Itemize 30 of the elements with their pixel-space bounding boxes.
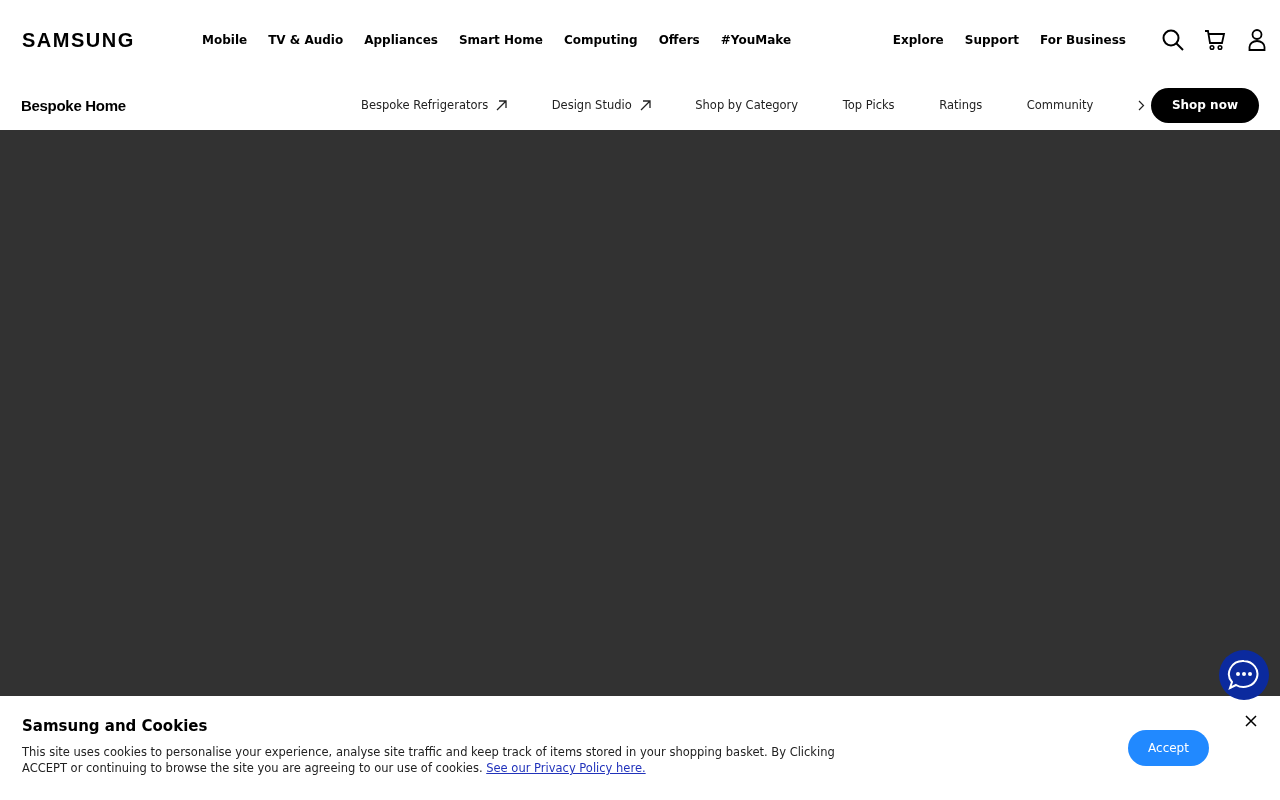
nav-link[interactable]: Offers xyxy=(658,33,700,47)
nav-link[interactable]: Smart Home xyxy=(458,33,543,47)
close-icon[interactable] xyxy=(1244,714,1258,728)
chat-icon xyxy=(1227,658,1261,692)
nav-link[interactable]: Mobile xyxy=(202,33,248,47)
nav-link[interactable]: TV & Audio xyxy=(268,33,344,47)
nav-link[interactable]: Support xyxy=(964,33,1020,47)
nav-link[interactable]: Computing xyxy=(563,33,638,47)
arrow-up-right-icon xyxy=(496,99,508,111)
subnav-link[interactable]: Design Studio xyxy=(551,98,651,112)
nav-link[interactable]: #YouMake xyxy=(720,33,792,47)
subnav-link[interactable]: Community xyxy=(1026,98,1094,112)
nav-link[interactable]: Explore xyxy=(892,33,944,47)
privacy-link[interactable]: See our Privacy Policy here. xyxy=(486,761,646,775)
user-icon[interactable] xyxy=(1246,28,1268,52)
arrow-up-right-icon xyxy=(639,99,651,111)
subnav-link[interactable]: Shop by Category xyxy=(695,98,799,112)
subnav-link[interactable]: Bespoke Refrigerators xyxy=(361,98,508,112)
banner-title: Samsung and Cookies xyxy=(22,717,209,735)
subnav-link[interactable]: Ratings xyxy=(939,98,983,112)
subnav-link[interactable]: Top Picks xyxy=(842,98,895,112)
search-icon[interactable] xyxy=(1162,28,1184,52)
chevron-right-icon[interactable] xyxy=(1137,99,1145,111)
banner-text: This site uses cookies to personalise your experience, analyse site traffic and keep track of items stored in your shopping basket. By Clicking ACCEPT or continuing to browse the site you are agreeing to our use of cookies. See our Privacy Policy here. xyxy=(22,744,836,776)
nav-link[interactable]: Appliances xyxy=(364,33,438,47)
nav-link[interactable]: For Business xyxy=(1040,33,1126,47)
cart-icon[interactable] xyxy=(1204,28,1226,52)
shop-now-button[interactable]: Shop now xyxy=(1150,87,1259,123)
samsung-logo[interactable]: SAMSUNG xyxy=(22,28,202,52)
section-title: Bespoke Home xyxy=(21,96,127,114)
